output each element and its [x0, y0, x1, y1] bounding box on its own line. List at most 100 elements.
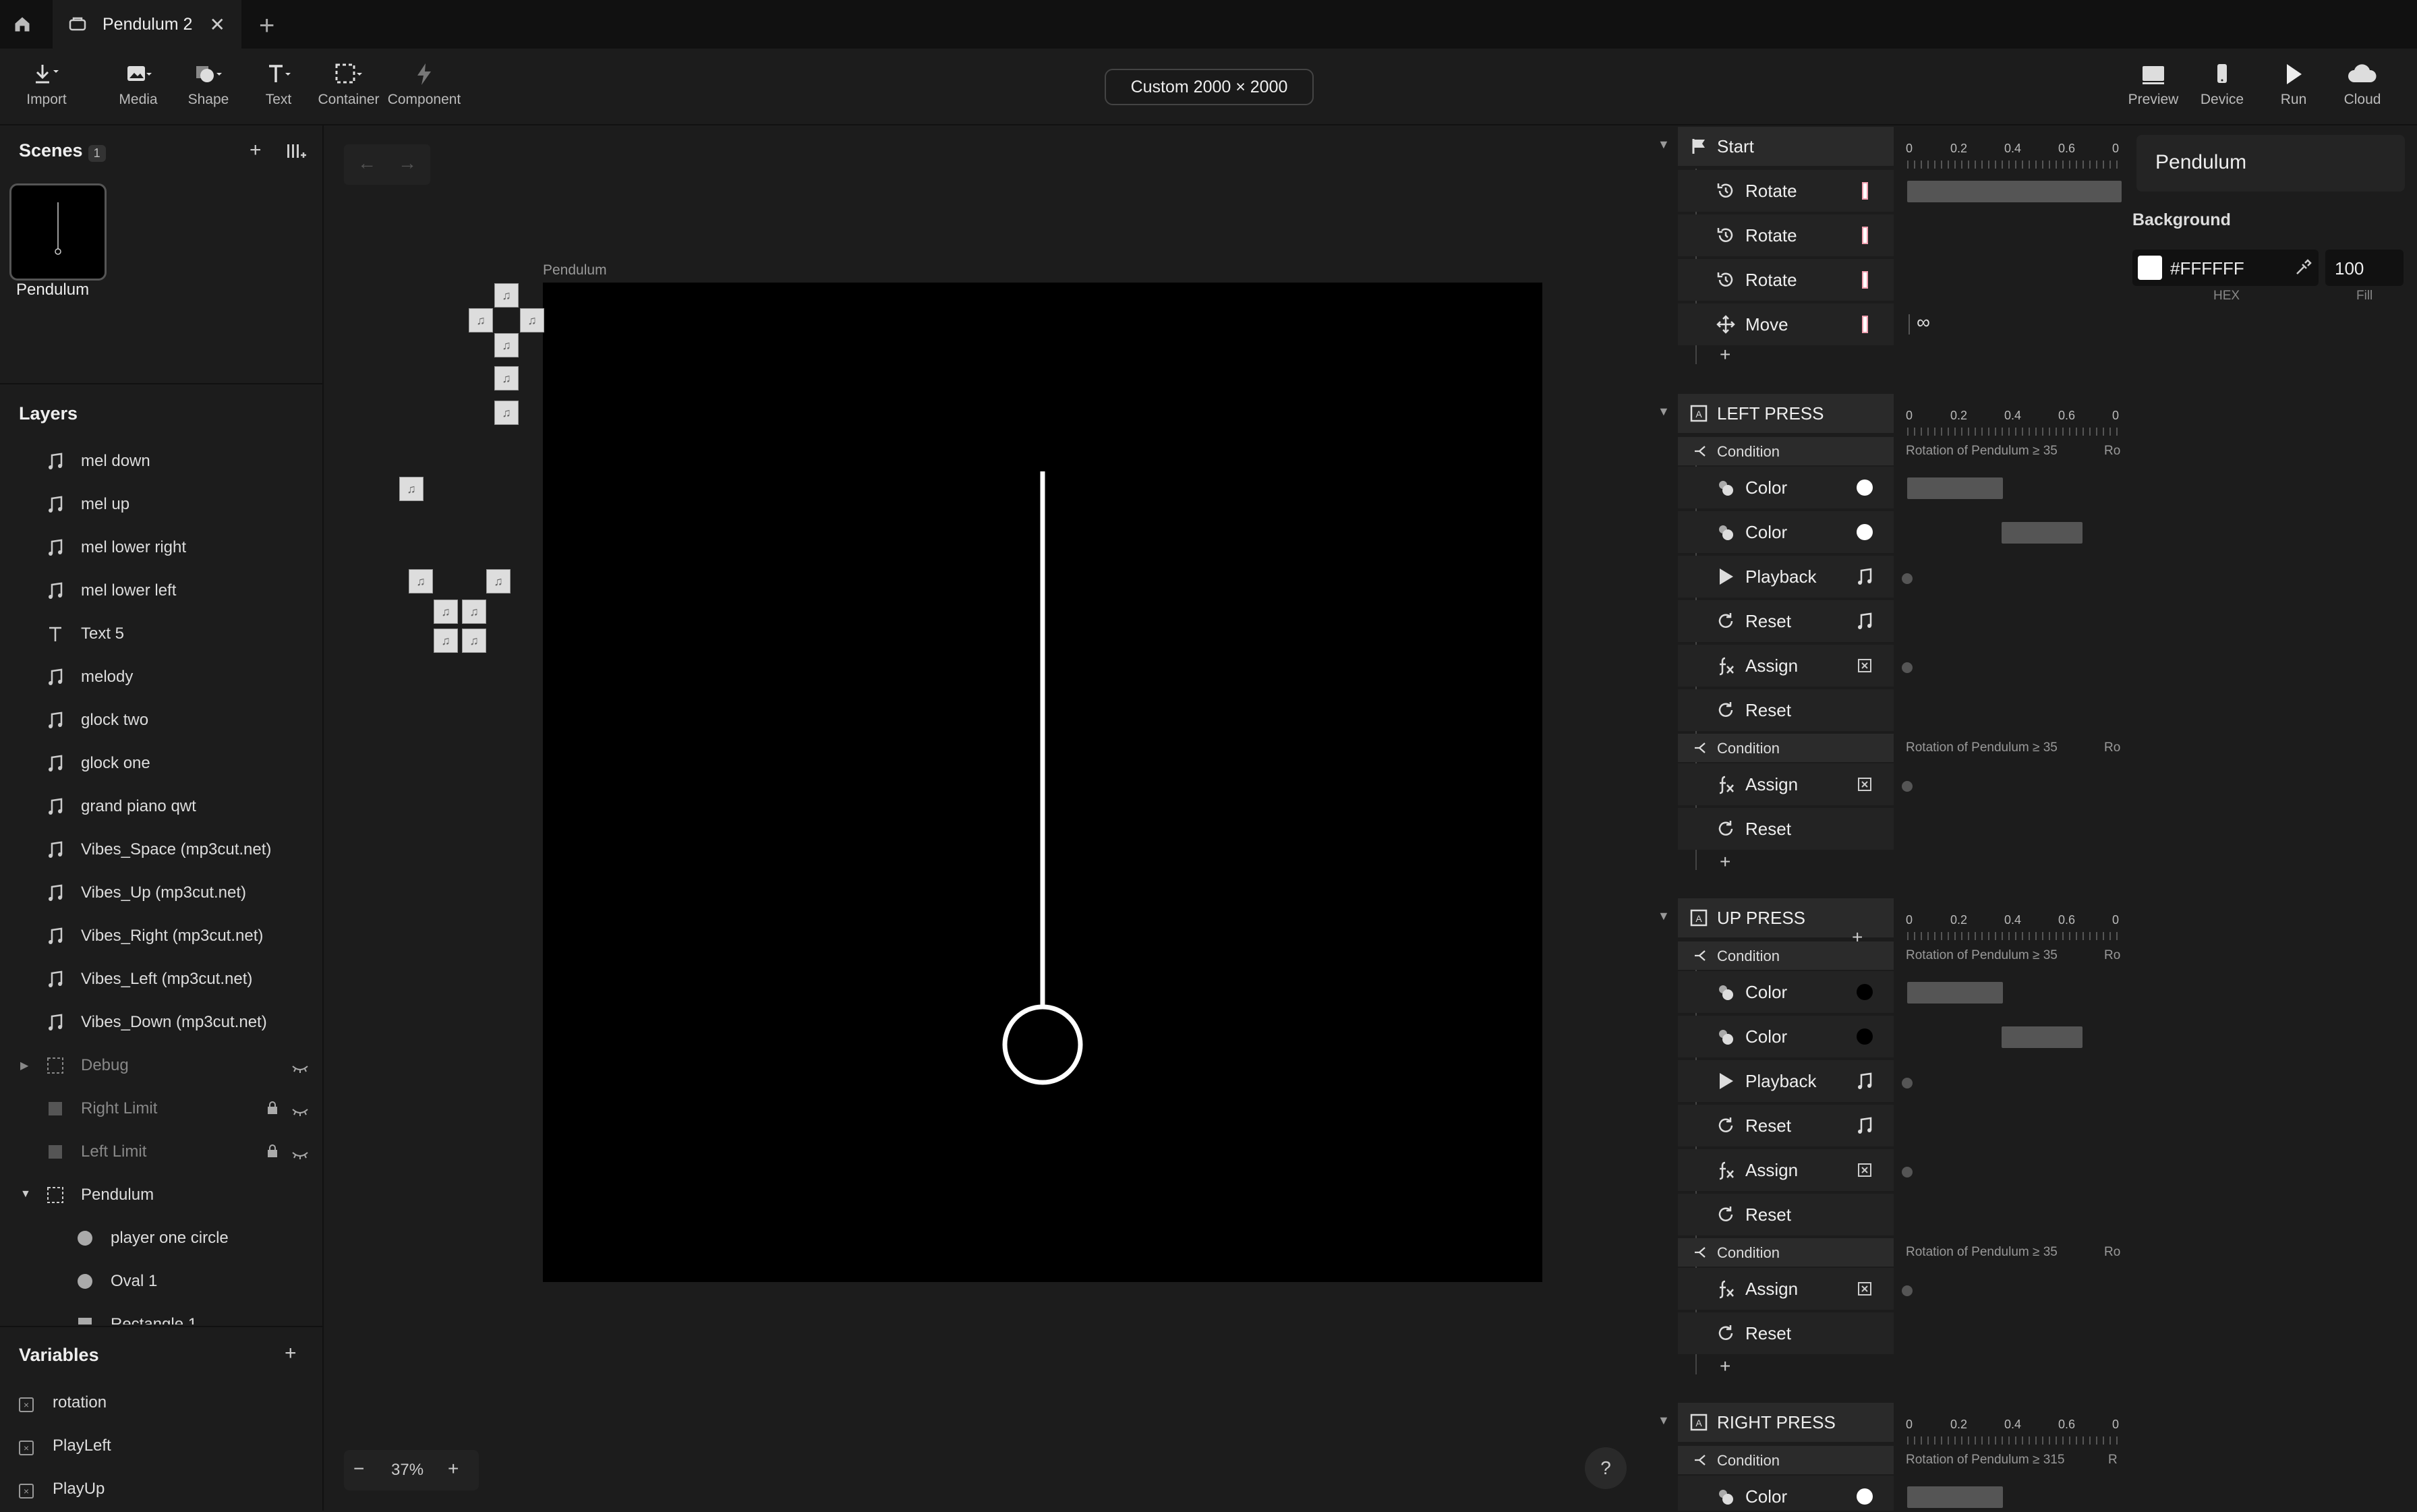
hidden-eye-icon[interactable]: [291, 1146, 309, 1165]
layer-row[interactable]: grand piano qwt: [0, 785, 322, 828]
add-scene-button[interactable]: +: [250, 139, 262, 162]
action-row[interactable]: Color: [1678, 1476, 1894, 1511]
timeline-bar[interactable]: [1907, 1486, 2003, 1508]
eyedropper-icon[interactable]: [2294, 259, 2312, 277]
artboard[interactable]: [543, 283, 1542, 1282]
lock-icon[interactable]: [266, 1101, 279, 1120]
condition-expression[interactable]: Rotation of Pendulum ≥ 35: [1906, 444, 2058, 459]
timeline-dot[interactable]: [1902, 662, 1913, 673]
import-button[interactable]: Import: [9, 62, 84, 108]
inspector-title-field[interactable]: Pendulum: [2136, 135, 2405, 192]
document-tab[interactable]: Pendulum 2 ✕: [53, 0, 241, 49]
audio-layer-marker[interactable]: ♫: [520, 308, 544, 332]
action-row[interactable]: Reset: [1678, 1194, 1894, 1235]
audio-layer-marker[interactable]: ♫: [494, 333, 519, 357]
variable-row[interactable]: × rotation: [0, 1383, 322, 1423]
action-row[interactable]: Assign: [1678, 763, 1894, 805]
layer-row[interactable]: Right Limit: [0, 1087, 322, 1130]
pendulum-graphic[interactable]: [543, 283, 1542, 1282]
action-row[interactable]: Reset: [1678, 1312, 1894, 1354]
audio-layer-marker[interactable]: ♫: [462, 600, 486, 624]
timeline-dot[interactable]: [1902, 573, 1913, 584]
layer-row[interactable]: Vibes_Left (mp3cut.net): [0, 958, 322, 1001]
audio-layer-marker[interactable]: ♫: [462, 629, 486, 653]
action-row[interactable]: Reset: [1678, 1105, 1894, 1146]
condition-row[interactable]: Condition: [1678, 1238, 1894, 1267]
add-action-button[interactable]: +: [1720, 344, 1730, 366]
condition-row[interactable]: Condition: [1678, 437, 1894, 465]
layer-row[interactable]: Left Limit: [0, 1130, 322, 1173]
run-button[interactable]: Run: [2256, 62, 2331, 108]
timeline-bar[interactable]: [1907, 477, 2003, 499]
audio-layer-marker[interactable]: ♫: [494, 283, 519, 308]
device-button[interactable]: Device: [2185, 62, 2259, 108]
sequence-left-press[interactable]: A LEFT PRESS: [1678, 394, 1894, 433]
action-row[interactable]: Playback: [1678, 1060, 1894, 1102]
layer-row[interactable]: melody: [0, 656, 322, 699]
collapse-caret-icon[interactable]: ▼: [1658, 1414, 1670, 1428]
action-row[interactable]: Playback: [1678, 556, 1894, 598]
timeline-dot[interactable]: [1902, 781, 1913, 792]
condition-expression[interactable]: Rotation of Pendulum ≥ 35: [1906, 948, 2058, 963]
layer-row[interactable]: mel lower right: [0, 526, 322, 569]
hidden-eye-icon[interactable]: [291, 1103, 309, 1122]
home-button[interactable]: [0, 0, 45, 49]
lock-icon[interactable]: [266, 1144, 279, 1163]
audio-layer-marker[interactable]: ♫: [434, 629, 458, 653]
variable-row[interactable]: × PlayLeft: [0, 1426, 322, 1466]
layer-row[interactable]: Vibes_Down (mp3cut.net): [0, 1001, 322, 1044]
condition-row[interactable]: Condition: [1678, 941, 1894, 970]
action-row[interactable]: Reset: [1678, 808, 1894, 850]
timeline-dot[interactable]: [1902, 1167, 1913, 1177]
hex-value[interactable]: #FFFFFF: [2170, 258, 2244, 279]
condition-row[interactable]: Condition: [1678, 734, 1894, 762]
audio-layer-marker[interactable]: ♫: [494, 366, 519, 390]
audio-layer-marker[interactable]: ♫: [399, 477, 424, 501]
layer-row[interactable]: mel down: [0, 440, 322, 483]
component-button[interactable]: Component: [387, 62, 461, 108]
container-button[interactable]: Container: [312, 62, 386, 108]
new-tab-button[interactable]: +: [259, 11, 274, 41]
add-variable-button[interactable]: +: [285, 1342, 297, 1365]
timeline-ruler[interactable]: 0 0.2 0.4 0.6 0: [1906, 1418, 2122, 1446]
shape-button[interactable]: Shape: [171, 62, 245, 108]
audio-layer-marker[interactable]: ♫: [409, 569, 433, 593]
zoom-out-button[interactable]: −: [353, 1458, 364, 1480]
help-button[interactable]: ?: [1585, 1447, 1627, 1489]
action-row[interactable]: Color: [1678, 1016, 1894, 1057]
collapse-caret-icon[interactable]: ▼: [20, 1188, 31, 1200]
timeline-ruler[interactable]: 0 0.2 0.4 0.6 0: [1906, 409, 2122, 437]
zoom-level[interactable]: 37%: [391, 1461, 424, 1480]
action-row[interactable]: Move: [1678, 303, 1894, 345]
action-row[interactable]: Color: [1678, 971, 1894, 1013]
layer-row[interactable]: Vibes_Right (mp3cut.net): [0, 914, 322, 958]
scene-thumbnail[interactable]: [9, 183, 107, 281]
layer-row[interactable]: ▶ Debug: [0, 1044, 322, 1087]
timeline-dot[interactable]: [1902, 1078, 1913, 1088]
close-tab-icon[interactable]: ✕: [210, 13, 225, 36]
timeline-bar[interactable]: [1907, 181, 2122, 202]
canvas-size-selector[interactable]: Custom 2000 × 2000: [1105, 69, 1314, 105]
action-row[interactable]: Reset: [1678, 600, 1894, 642]
layer-row[interactable]: glock two: [0, 699, 322, 742]
color-swatch[interactable]: [2138, 256, 2162, 280]
sequence-start[interactable]: Start: [1678, 127, 1894, 166]
timeline-bar[interactable]: [2002, 1026, 2083, 1048]
audio-layer-marker[interactable]: ♫: [469, 308, 493, 332]
layer-row[interactable]: mel up: [0, 483, 322, 526]
hidden-eye-icon[interactable]: [291, 1060, 309, 1079]
forward-arrow-icon[interactable]: →: [398, 152, 417, 174]
back-arrow-icon[interactable]: ←: [357, 152, 376, 174]
preview-button[interactable]: Preview: [2116, 62, 2190, 108]
action-row[interactable]: Assign: [1678, 1149, 1894, 1191]
text-button[interactable]: Text: [241, 62, 316, 108]
condition-expression[interactable]: Rotation of Pendulum ≥ 35: [1906, 1245, 2058, 1260]
action-row[interactable]: Rotate: [1678, 170, 1894, 212]
layer-row[interactable]: Text 5: [0, 612, 322, 656]
timeline-bar[interactable]: [2002, 522, 2083, 544]
scene-options-button[interactable]: [286, 143, 306, 164]
layer-row[interactable]: mel lower left: [0, 569, 322, 612]
layer-row[interactable]: player one circle: [0, 1217, 322, 1260]
timeline-ruler[interactable]: 0 0.2 0.4 0.6 0: [1906, 913, 2122, 941]
media-button[interactable]: Media: [101, 62, 175, 108]
